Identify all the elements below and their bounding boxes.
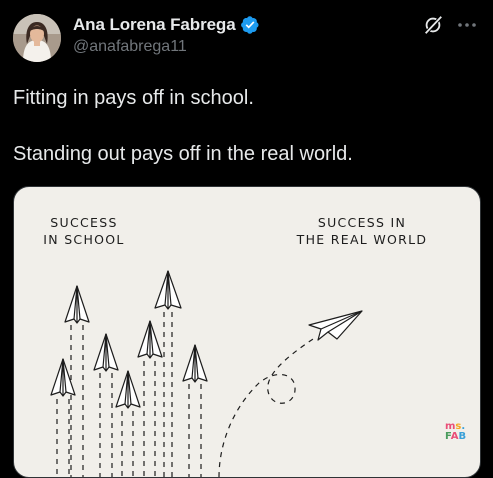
avatar[interactable] <box>13 14 61 62</box>
paper-planes-illustration: SUCCESS IN SCHOOL SUCCESS IN THE REAL WO… <box>43 215 466 477</box>
ms-fab-logo: ms. FAB <box>445 421 466 442</box>
author-display-name[interactable]: Ana Lorena Fabrega <box>73 15 236 35</box>
more-options-icon[interactable] <box>455 14 479 36</box>
school-plane <box>115 370 141 409</box>
right-label-line-1: SUCCESS IN <box>318 215 406 230</box>
author-handle[interactable]: @anafabrega11 <box>73 38 187 56</box>
tweet: Ana Lorena Fabrega @anafabrega11 Fitting… <box>0 0 493 478</box>
left-label-line-2: IN SCHOOL <box>43 232 124 247</box>
author-name-row: Ana Lorena Fabrega <box>73 14 260 36</box>
profile-photo <box>13 14 61 62</box>
loop-trail <box>218 336 317 477</box>
school-plane <box>182 344 208 383</box>
logo-line-2: FAB <box>445 431 466 442</box>
right-label-line-2: THE REAL WORLD <box>296 232 428 247</box>
grok-icon[interactable] <box>422 14 444 36</box>
tweet-text-line-1: Fitting in pays off in school. <box>13 87 254 109</box>
tweet-image[interactable]: SUCCESS IN SCHOOL SUCCESS IN THE REAL WO… <box>13 186 481 478</box>
school-plane <box>64 285 90 324</box>
school-plane <box>137 320 163 359</box>
verified-badge-icon[interactable] <box>240 15 260 35</box>
school-planes <box>50 270 208 477</box>
real-world-plane-group <box>218 310 363 477</box>
school-plane <box>154 270 182 310</box>
left-label-line-1: SUCCESS <box>50 215 117 230</box>
real-world-plane <box>308 310 363 341</box>
tweet-text-line-2: Standing out pays off in the real world. <box>13 143 353 165</box>
school-plane <box>93 333 119 372</box>
tweet-text: Fitting in pays off in school. Standing … <box>13 84 483 168</box>
